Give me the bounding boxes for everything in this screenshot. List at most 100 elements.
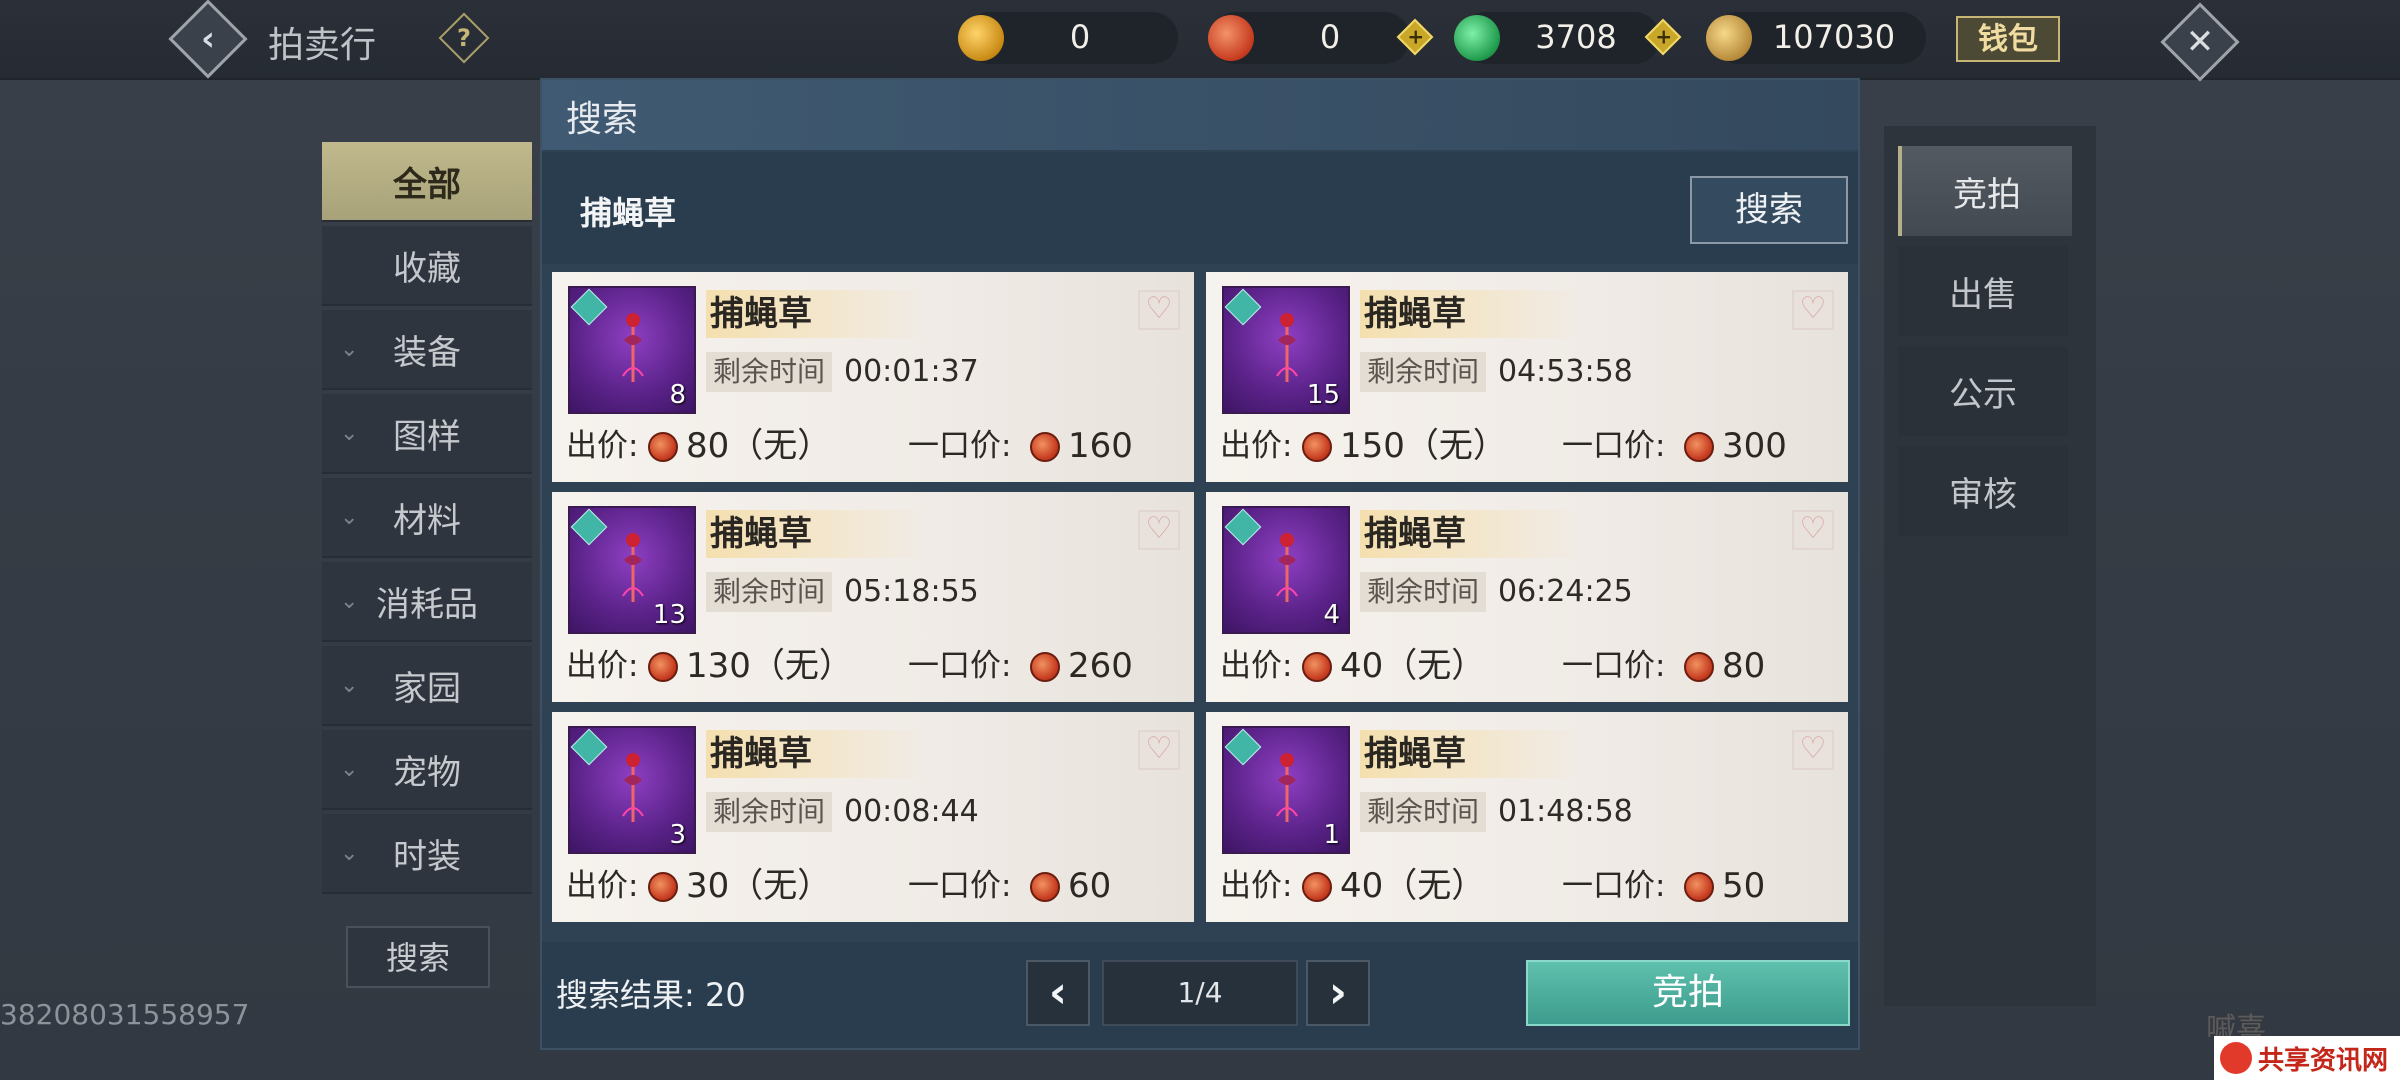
sidebar-item-equipment[interactable]: ⌄ 装备 xyxy=(322,310,532,390)
favorite-button[interactable]: ♡ xyxy=(1792,290,1834,330)
sidebar-item-all[interactable]: 全部 xyxy=(322,142,532,222)
bid-value: 40（无） xyxy=(1340,646,1486,686)
bid-label: 出价: xyxy=(566,648,639,684)
item-quantity: 4 xyxy=(1323,600,1340,630)
bid-label: 出价: xyxy=(566,868,639,904)
sidebar-item-consumables[interactable]: ⌄ 消耗品 xyxy=(322,562,532,642)
grade-badge-icon xyxy=(570,288,608,326)
time-remaining: 00:08:44 xyxy=(844,794,979,829)
buyout-value: 80 xyxy=(1722,646,1766,686)
listing-card[interactable]: 1 捕蝇草 ♡ 剩余时间 01:48:58 出价: 40（无） 一口价: 50 xyxy=(1206,712,1848,922)
tab-sell[interactable]: 出售 xyxy=(1898,246,2068,336)
plus-icon: + xyxy=(1407,24,1425,49)
wallet-button[interactable]: 钱包 xyxy=(1956,16,2060,62)
tab-auction[interactable]: 竞拍 xyxy=(1898,146,2072,236)
sidebar-item-label: 图样 xyxy=(393,416,461,457)
item-name: 捕蝇草 xyxy=(706,730,928,778)
search-query[interactable]: 捕蝇草 xyxy=(580,188,676,234)
fire-coin-icon xyxy=(1302,652,1332,682)
bid-label: 出价: xyxy=(566,428,639,464)
flytrap-plant-icon xyxy=(622,313,644,382)
flytrap-plant-icon xyxy=(622,533,644,602)
sidebar-search-button[interactable]: 搜索 xyxy=(346,926,490,988)
buyout-value: 160 xyxy=(1068,426,1133,466)
listing-card[interactable]: 4 捕蝇草 ♡ 剩余时间 06:24:25 出价: 40（无） 一口价: 80 xyxy=(1206,492,1848,702)
player-uid: 38208031558957 xyxy=(0,998,250,1031)
fire-coin-icon xyxy=(1684,652,1714,682)
search-button[interactable]: 搜索 xyxy=(1690,176,1848,244)
favorite-button[interactable]: ♡ xyxy=(1792,510,1834,550)
flytrap-plant-icon xyxy=(622,753,644,822)
place-bid-button[interactable]: 竞拍 xyxy=(1526,960,1850,1026)
listing-card[interactable]: 15 捕蝇草 ♡ 剩余时间 04:53:58 出价: 150（无） 一口价: 3… xyxy=(1206,272,1848,482)
item-quantity: 3 xyxy=(669,820,686,850)
item-name: 捕蝇草 xyxy=(1360,290,1582,338)
heart-icon: ♡ xyxy=(1145,511,1173,546)
fire-coin-icon xyxy=(1208,15,1254,61)
sidebar-item-materials[interactable]: ⌄ 材料 xyxy=(322,478,532,558)
panel-header xyxy=(542,80,1858,150)
chevron-down-icon: ⌄ xyxy=(340,840,359,866)
help-icon: ? xyxy=(457,24,471,52)
buyout-label: 一口价: xyxy=(908,648,1012,684)
sidebar-item-label: 宠物 xyxy=(393,752,461,793)
item-name: 捕蝇草 xyxy=(706,290,928,338)
listing-card[interactable]: 3 捕蝇草 ♡ 剩余时间 00:08:44 出价: 30（无） 一口价: 60 xyxy=(552,712,1194,922)
sidebar-item-fashion[interactable]: ⌄ 时装 xyxy=(322,814,532,894)
chevron-right-icon: › xyxy=(1328,967,1348,1018)
time-remaining: 05:18:55 xyxy=(844,574,979,609)
flytrap-plant-icon xyxy=(1276,753,1298,822)
fire-coin-icon xyxy=(1302,872,1332,902)
tab-label: 审核 xyxy=(1949,474,2017,515)
time-remaining-label: 剩余时间 xyxy=(1360,792,1486,832)
item-thumbnail: 3 xyxy=(568,726,696,854)
fire-coin-icon xyxy=(1030,432,1060,462)
flytrap-plant-icon xyxy=(1276,313,1298,382)
item-quantity: 1 xyxy=(1323,820,1340,850)
back-button[interactable]: ‹ xyxy=(168,0,248,79)
time-remaining-label: 剩余时间 xyxy=(706,792,832,832)
listing-card[interactable]: 8 捕蝇草 ♡ 剩余时间 00:01:37 出价: 80（无） 一口价: 160 xyxy=(552,272,1194,482)
search-result-count: 搜索结果: 20 xyxy=(556,970,746,1016)
tab-announcement[interactable]: 公示 xyxy=(1898,346,2068,436)
heart-icon: ♡ xyxy=(1799,291,1827,326)
heart-icon: ♡ xyxy=(1145,731,1173,766)
currency-value-fire: 0 xyxy=(1319,18,1341,56)
time-remaining-label: 剩余时间 xyxy=(706,572,832,612)
heart-icon: ♡ xyxy=(1145,291,1173,326)
grade-badge-icon xyxy=(1224,508,1262,546)
sidebar-item-favorites[interactable]: 收藏 xyxy=(322,226,532,306)
fire-coin-icon xyxy=(648,652,678,682)
fire-coin-icon xyxy=(648,432,678,462)
buyout-label: 一口价: xyxy=(1562,428,1666,464)
bid-label: 出价: xyxy=(1220,868,1293,904)
prev-page-button[interactable]: ‹ xyxy=(1026,960,1090,1026)
buyout-label: 一口价: xyxy=(1562,648,1666,684)
buyout-label: 一口价: xyxy=(908,868,1012,904)
time-remaining: 04:53:58 xyxy=(1498,354,1633,389)
currency-value-silver: 107030 xyxy=(1772,18,1896,56)
time-remaining: 06:24:25 xyxy=(1498,574,1633,609)
close-button[interactable]: ✕ xyxy=(2160,2,2240,82)
bid-value: 40（无） xyxy=(1340,866,1486,906)
sidebar-item-label: 家园 xyxy=(393,668,461,709)
sidebar-item-pets[interactable]: ⌄ 宠物 xyxy=(322,730,532,810)
plus-icon: + xyxy=(1655,24,1673,49)
chevron-down-icon: ⌄ xyxy=(340,588,359,614)
favorite-button[interactable]: ♡ xyxy=(1138,510,1180,550)
item-name: 捕蝇草 xyxy=(706,510,928,558)
currency-value-gold: 0 xyxy=(1069,18,1091,56)
favorite-button[interactable]: ♡ xyxy=(1138,730,1180,770)
next-page-button[interactable]: › xyxy=(1306,960,1370,1026)
sidebar-item-patterns[interactable]: ⌄ 图样 xyxy=(322,394,532,474)
favorite-button[interactable]: ♡ xyxy=(1792,730,1834,770)
bid-value: 150（无） xyxy=(1340,426,1507,466)
bid-value: 130（无） xyxy=(686,646,853,686)
time-remaining: 01:48:58 xyxy=(1498,794,1633,829)
bid-value: 80（无） xyxy=(686,426,832,466)
gold-ingot-icon xyxy=(958,15,1004,61)
tab-review[interactable]: 审核 xyxy=(1898,446,2068,536)
favorite-button[interactable]: ♡ xyxy=(1138,290,1180,330)
sidebar-item-home[interactable]: ⌄ 家园 xyxy=(322,646,532,726)
listing-card[interactable]: 13 捕蝇草 ♡ 剩余时间 05:18:55 出价: 130（无） 一口价: 2… xyxy=(552,492,1194,702)
